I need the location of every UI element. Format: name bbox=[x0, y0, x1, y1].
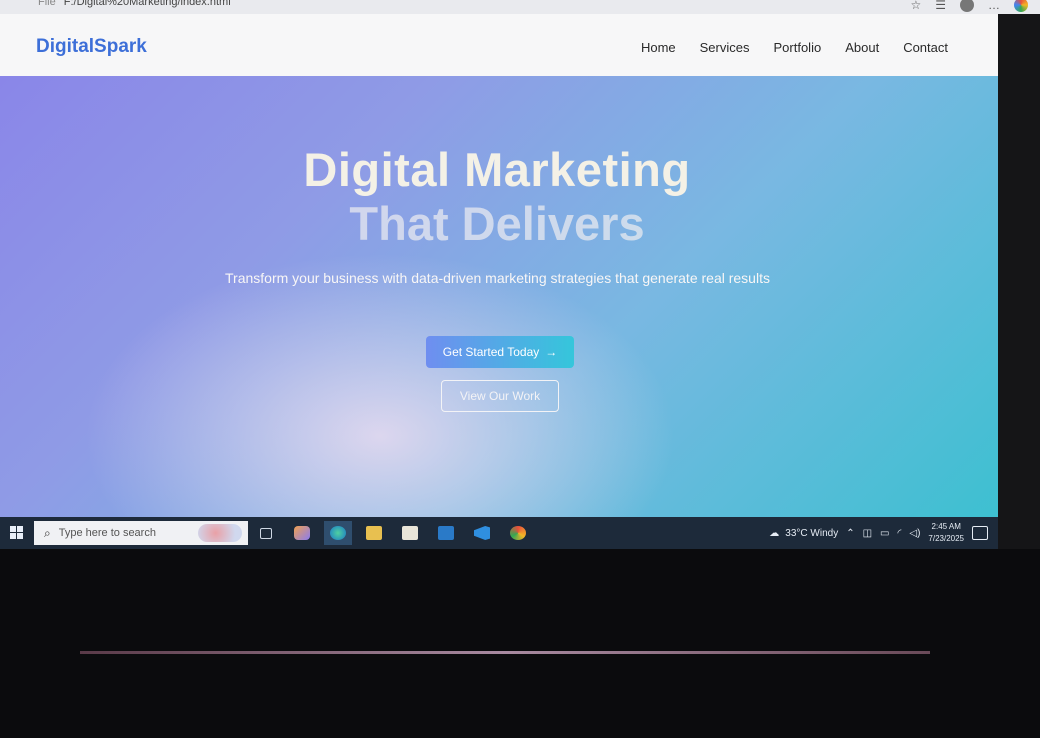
nav-home[interactable]: Home bbox=[641, 40, 676, 55]
clock[interactable]: 2:45 AM 7/23/2025 bbox=[928, 521, 964, 545]
screen-edge bbox=[998, 14, 1040, 549]
volume-icon[interactable]: ◁) bbox=[909, 528, 920, 539]
search-highlight-icon bbox=[198, 524, 242, 542]
wifi-icon[interactable]: ◜ bbox=[898, 528, 902, 539]
search-placeholder: Type here to search bbox=[58, 527, 156, 539]
weather-icon: ☁ bbox=[769, 527, 780, 539]
notification-icon[interactable] bbox=[972, 526, 988, 540]
battery-icon[interactable]: ▭ bbox=[880, 528, 889, 539]
taskbar-apps bbox=[252, 521, 532, 545]
hero-section: Digital Marketing That Delivers Transfor… bbox=[0, 76, 1018, 517]
view-work-button[interactable]: View Our Work bbox=[441, 380, 559, 412]
browser-toolbar: File F:/Digital%20Marketing/index.html ☆ … bbox=[0, 0, 1040, 15]
web-page: DigitalSpark Home Services Portfolio Abo… bbox=[0, 14, 1018, 517]
hero-subtitle: Transform your business with data-driven… bbox=[225, 270, 770, 286]
copilot-icon[interactable] bbox=[288, 521, 316, 545]
hero-title-secondary: That Delivers bbox=[349, 197, 645, 250]
meet-icon[interactable]: ◫ bbox=[863, 528, 872, 539]
get-started-label: Get Started Today bbox=[442, 345, 540, 359]
nav-contact[interactable]: Contact bbox=[903, 40, 948, 55]
favorites-icon[interactable]: ☰ bbox=[935, 0, 946, 12]
outlook-icon[interactable] bbox=[432, 521, 460, 545]
system-tray: ☁ 33°C Windy ⌃ ◫ ▭ ◜ ◁) 2:45 AM 7/23/202… bbox=[769, 517, 988, 549]
url-scheme: File bbox=[38, 0, 56, 8]
address-bar[interactable]: File F:/Digital%20Marketing/index.html bbox=[38, 0, 231, 8]
chrome-icon[interactable] bbox=[504, 521, 532, 545]
task-view-icon[interactable] bbox=[252, 521, 280, 545]
nav-services[interactable]: Services bbox=[700, 40, 750, 55]
site-logo[interactable]: DigitalSpark bbox=[36, 36, 147, 58]
taskbar-search[interactable]: ⌕ Type here to search bbox=[34, 521, 248, 545]
nav-portfolio[interactable]: Portfolio bbox=[774, 40, 822, 55]
arrow-right-icon: → bbox=[545, 345, 558, 359]
windows-start-icon[interactable] bbox=[10, 526, 24, 540]
clock-time: 2:45 AM bbox=[931, 522, 961, 531]
nav-links: Home Services Portfolio About Contact bbox=[641, 40, 948, 55]
clock-date: 7/23/2025 bbox=[928, 534, 964, 543]
nav-about[interactable]: About bbox=[845, 40, 879, 55]
vscode-icon[interactable] bbox=[468, 521, 496, 545]
weather-widget[interactable]: ☁ 33°C Windy bbox=[769, 528, 838, 539]
get-started-button[interactable]: Get Started Today → bbox=[426, 336, 574, 368]
store-icon[interactable] bbox=[396, 521, 424, 545]
star-icon[interactable]: ☆ bbox=[910, 0, 921, 12]
more-icon[interactable]: … bbox=[988, 0, 1000, 12]
edge-icon[interactable] bbox=[324, 521, 352, 545]
chevron-up-icon[interactable]: ⌃ bbox=[846, 528, 854, 539]
laptop-bezel bbox=[80, 651, 930, 654]
profile-avatar[interactable] bbox=[960, 0, 974, 12]
file-explorer-icon[interactable] bbox=[360, 521, 388, 545]
hero-title: Digital Marketing bbox=[303, 143, 691, 196]
url-text: F:/Digital%20Marketing/index.html bbox=[63, 0, 231, 8]
browser-actions: ☆ ☰ … bbox=[910, 0, 1028, 12]
site-navbar: DigitalSpark Home Services Portfolio Abo… bbox=[0, 14, 1018, 77]
search-icon: ⌕ bbox=[44, 525, 51, 540]
extension-icon[interactable] bbox=[1014, 0, 1028, 12]
weather-text: 33°C Windy bbox=[785, 527, 839, 539]
windows-taskbar: ⌕ Type here to search ☁ 33°C Windy ⌃ ◫ ▭… bbox=[0, 517, 998, 549]
